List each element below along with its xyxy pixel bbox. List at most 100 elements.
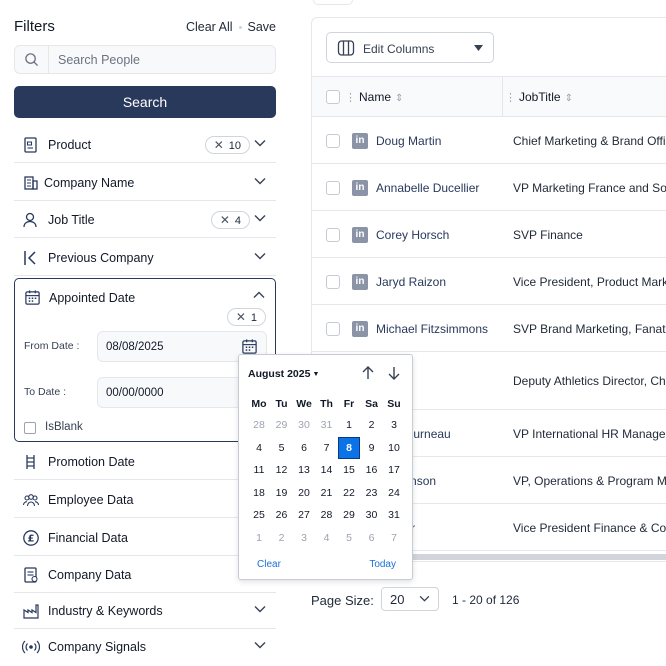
row-checkbox[interactable] bbox=[326, 322, 340, 336]
linkedin-icon[interactable]: in bbox=[352, 227, 368, 243]
linkedin-icon[interactable]: in bbox=[352, 321, 368, 337]
select-all-checkbox[interactable] bbox=[326, 90, 340, 104]
chevron-down-icon[interactable] bbox=[254, 252, 266, 260]
linkedin-icon[interactable]: in bbox=[352, 274, 368, 290]
chevron-down-icon[interactable] bbox=[254, 139, 266, 147]
edit-columns-button[interactable]: Edit Columns bbox=[326, 32, 494, 63]
calendar-day[interactable]: 7 bbox=[383, 527, 405, 549]
calendar-day[interactable]: 26 bbox=[271, 504, 293, 526]
person-name-link[interactable]: Michael Fitzsimmons bbox=[376, 322, 488, 336]
filter-promotion-date[interactable]: Promotion Date bbox=[14, 443, 276, 480]
calendar-day[interactable]: 19 bbox=[271, 482, 293, 504]
row-checkbox[interactable] bbox=[326, 134, 340, 148]
calendar-day[interactable]: 6 bbox=[361, 527, 383, 549]
calendar-day[interactable]: 3 bbox=[293, 527, 315, 549]
calendar-day[interactable]: 7 bbox=[316, 437, 338, 459]
picker-clear-link[interactable]: Clear bbox=[257, 559, 281, 570]
filter-job-title[interactable]: Job Title ✕ 4 bbox=[14, 201, 276, 238]
calendar-day[interactable]: 20 bbox=[293, 482, 315, 504]
calendar-day[interactable]: 31 bbox=[383, 504, 405, 526]
calendar-day[interactable]: 25 bbox=[248, 504, 270, 526]
row-checkbox[interactable] bbox=[326, 228, 340, 242]
column-divider[interactable] bbox=[502, 77, 503, 117]
calendar-day[interactable]: 2 bbox=[271, 527, 293, 549]
job-title-count-badge[interactable]: ✕ 4 bbox=[210, 211, 250, 229]
search-button[interactable]: Search bbox=[14, 86, 276, 118]
calendar-day-selected[interactable]: 8 bbox=[338, 436, 360, 459]
filter-company-name[interactable]: Company Name bbox=[14, 164, 276, 201]
chevron-up-icon[interactable] bbox=[253, 291, 265, 299]
arrow-up-icon[interactable] bbox=[361, 365, 375, 381]
column-header-jobtitle[interactable]: ⋮ JobTitle ⇕ bbox=[505, 90, 573, 104]
filter-product[interactable]: Product ✕ 10 bbox=[14, 126, 276, 163]
filter-previous-company[interactable]: Previous Company bbox=[14, 239, 276, 276]
person-name-link[interactable]: Corey Horsch bbox=[376, 228, 488, 242]
filter-financial-data[interactable]: £ Financial Data bbox=[14, 519, 276, 556]
calendar-day[interactable]: 24 bbox=[383, 482, 405, 504]
chevron-down-icon[interactable] bbox=[254, 177, 266, 185]
row-checkbox[interactable] bbox=[326, 275, 340, 289]
remove-icon[interactable]: ✕ bbox=[236, 310, 246, 324]
calendar-day[interactable]: 30 bbox=[293, 414, 315, 436]
column-header-name[interactable]: ⋮ Name ⇕ bbox=[345, 90, 403, 104]
save-link[interactable]: Save bbox=[248, 20, 277, 34]
row-checkbox[interactable] bbox=[326, 181, 340, 195]
calendar-day[interactable]: 5 bbox=[271, 437, 293, 459]
calendar-day[interactable]: 14 bbox=[316, 459, 338, 481]
calendar-day[interactable]: 1 bbox=[338, 414, 360, 436]
filter-company-signals[interactable]: Company Signals bbox=[14, 628, 276, 665]
chevron-down-icon[interactable] bbox=[254, 605, 266, 613]
person-name-link[interactable]: Jaryd Raizon bbox=[376, 275, 488, 289]
calendar-day[interactable]: 2 bbox=[361, 414, 383, 436]
calendar-day[interactable]: 9 bbox=[361, 437, 383, 459]
chevron-down-icon[interactable] bbox=[254, 641, 266, 649]
table-row[interactable]: in Annabelle Ducellier VP Marketing France… bbox=[312, 164, 666, 211]
calendar-day[interactable]: 5 bbox=[338, 527, 360, 549]
calendar-day[interactable]: 21 bbox=[316, 482, 338, 504]
filter-company-data[interactable]: Company Data bbox=[14, 556, 276, 593]
calendar-day[interactable]: 30 bbox=[361, 504, 383, 526]
calendar-day[interactable]: 3 bbox=[383, 414, 405, 436]
linkedin-icon[interactable]: in bbox=[352, 133, 368, 149]
isblank-checkbox[interactable] bbox=[24, 422, 36, 434]
calendar-icon[interactable] bbox=[241, 338, 258, 355]
calendar-day[interactable]: 31 bbox=[316, 414, 338, 436]
linkedin-icon[interactable]: in bbox=[352, 180, 368, 196]
table-row[interactable]: in Doug Martin Chief Marketing & Brand Off… bbox=[312, 117, 666, 164]
calendar-day[interactable]: 29 bbox=[271, 414, 293, 436]
calendar-day[interactable]: 27 bbox=[293, 504, 315, 526]
calendar-day[interactable]: 1 bbox=[248, 527, 270, 549]
arrow-down-icon[interactable] bbox=[387, 365, 401, 381]
calendar-day[interactable]: 28 bbox=[248, 414, 270, 436]
month-selector[interactable]: August 2025 ▼ bbox=[248, 368, 319, 380]
calendar-day[interactable]: 22 bbox=[338, 482, 360, 504]
drag-handle-icon[interactable]: ⋮ bbox=[345, 92, 356, 104]
calendar-day[interactable]: 17 bbox=[383, 459, 405, 481]
remove-icon[interactable]: ✕ bbox=[214, 138, 224, 152]
calendar-day[interactable]: 28 bbox=[316, 504, 338, 526]
search-people-input[interactable] bbox=[58, 46, 268, 73]
calendar-day[interactable]: 13 bbox=[293, 459, 315, 481]
sort-icon[interactable]: ⇕ bbox=[395, 93, 403, 104]
calendar-day[interactable]: 16 bbox=[361, 459, 383, 481]
calendar-day[interactable]: 4 bbox=[316, 527, 338, 549]
filter-employee-data[interactable]: Employee Data ✕2 bbox=[14, 481, 280, 518]
clear-all-link[interactable]: Clear All bbox=[186, 20, 233, 34]
chevron-down-icon[interactable] bbox=[254, 214, 266, 222]
picker-today-link[interactable]: Today bbox=[369, 559, 396, 570]
calendar-day[interactable]: 4 bbox=[248, 437, 270, 459]
remove-icon[interactable]: ✕ bbox=[220, 213, 230, 227]
calendar-day[interactable]: 12 bbox=[271, 459, 293, 481]
table-row[interactable]: in Jaryd Raizon Vice President, Product Ma… bbox=[312, 258, 666, 305]
filter-industry-keywords[interactable]: Industry & Keywords bbox=[14, 592, 276, 629]
page-size-select[interactable]: 20 bbox=[381, 587, 439, 611]
calendar-day[interactable]: 29 bbox=[338, 504, 360, 526]
product-count-badge[interactable]: ✕ 10 bbox=[204, 136, 250, 154]
person-name-link[interactable]: Annabelle Ducellier bbox=[376, 181, 488, 195]
appointed-count-badge[interactable]: ✕ 1 bbox=[226, 308, 266, 326]
table-row[interactable]: in Corey Horsch SVP Finance bbox=[312, 211, 666, 258]
calendar-day[interactable]: 18 bbox=[248, 482, 270, 504]
table-row[interactable]: in Michael Fitzsimmons SVP Brand Marketing… bbox=[312, 305, 666, 352]
calendar-day[interactable]: 23 bbox=[361, 482, 383, 504]
sort-icon[interactable]: ⇕ bbox=[565, 93, 573, 104]
